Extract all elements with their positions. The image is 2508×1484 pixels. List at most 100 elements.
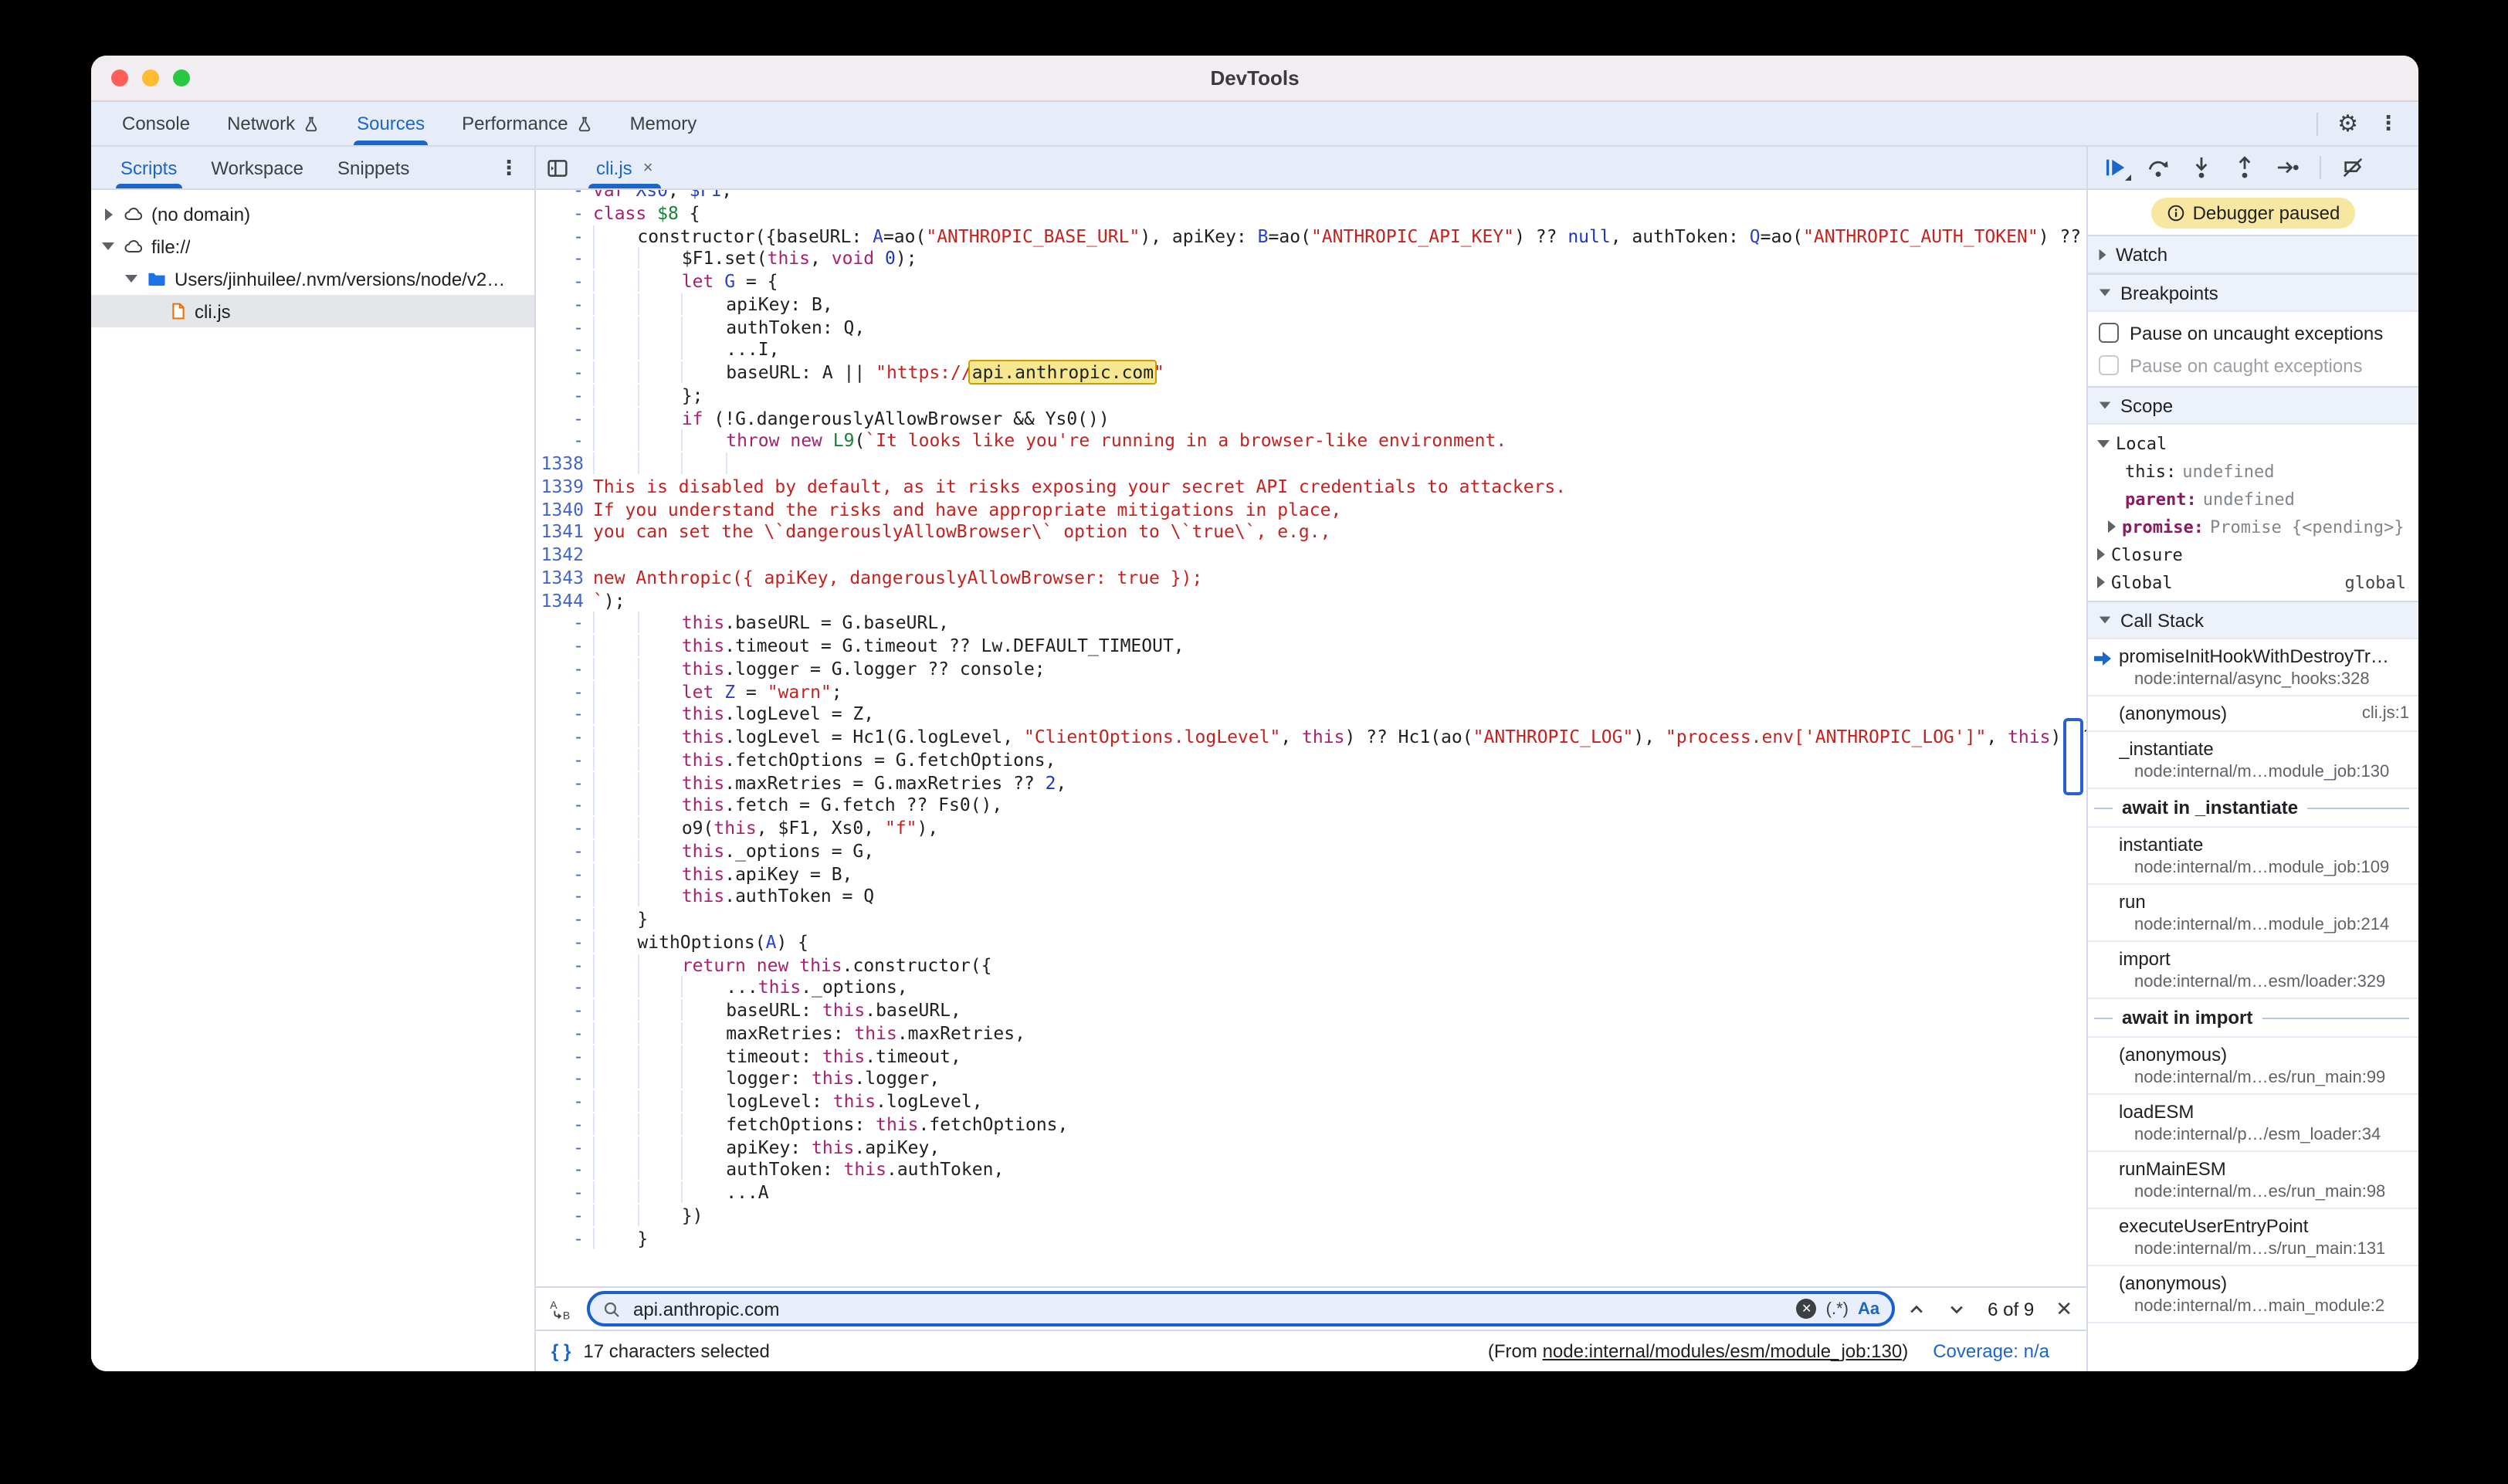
replace-toggle-icon[interactable]: AB <box>550 1298 574 1320</box>
line-gutter[interactable]: - <box>536 293 593 317</box>
line-gutter[interactable]: - <box>536 1159 593 1182</box>
editor-scrollbar-thumb[interactable] <box>2063 718 2083 795</box>
line-gutter[interactable]: - <box>536 225 593 248</box>
line-gutter[interactable]: - <box>536 612 593 635</box>
search-field[interactable]: ✕ (.*) Aa <box>587 1291 1895 1326</box>
line-gutter[interactable]: - <box>536 886 593 909</box>
scope-group-global[interactable]: Globalglobal <box>2088 568 2418 596</box>
code-line[interactable]: - constructor({baseURL: A=ao("ANTHROPIC_… <box>536 225 2086 248</box>
line-gutter[interactable]: 1341 <box>536 521 593 544</box>
code-line[interactable]: - logger: this.logger, <box>536 1068 2086 1091</box>
stack-frame[interactable]: executeUserEntryPointnode:internal/m…s/r… <box>2088 1209 2418 1266</box>
stack-frame[interactable]: promiseInitHookWithDestroyTr…node:intern… <box>2088 639 2418 696</box>
code-line[interactable]: - authToken: Q, <box>536 316 2086 339</box>
line-gutter[interactable]: - <box>536 190 593 202</box>
code-line[interactable]: 1338 <box>536 452 2086 476</box>
search-input[interactable] <box>630 1296 1788 1321</box>
code-line[interactable]: 1341you can set the \`dangerouslyAllowBr… <box>536 521 2086 544</box>
line-gutter[interactable]: - <box>536 1090 593 1113</box>
line-gutter[interactable]: - <box>536 270 593 293</box>
line-gutter[interactable]: - <box>536 999 593 1022</box>
code-line[interactable]: 1344`); <box>536 589 2086 612</box>
tab-network[interactable]: Network <box>208 102 338 145</box>
line-gutter[interactable]: - <box>536 361 593 385</box>
line-gutter[interactable]: - <box>536 795 593 818</box>
line-gutter[interactable]: - <box>536 407 593 430</box>
scope-group-local[interactable]: Local <box>2088 429 2418 457</box>
code-line[interactable]: - fetchOptions: this.fetchOptions, <box>536 1113 2086 1137</box>
code-line[interactable]: - timeout: this.timeout, <box>536 1045 2086 1068</box>
code-line[interactable]: - this.maxRetries = G.maxRetries ?? 2, <box>536 771 2086 795</box>
step-out-icon[interactable] <box>2233 156 2256 179</box>
line-gutter[interactable]: - <box>536 703 593 727</box>
code-line[interactable]: - maxRetries: this.maxRetries, <box>536 1022 2086 1045</box>
code-line[interactable]: - authToken: this.authToken, <box>536 1159 2086 1182</box>
chevron-down-icon[interactable] <box>124 275 139 283</box>
previous-match-icon[interactable] <box>1907 1299 1926 1318</box>
breakpoint-option[interactable]: Pause on caught exceptions <box>2088 349 2418 381</box>
line-gutter[interactable]: - <box>536 771 593 795</box>
code-line[interactable]: - this.logLevel = Z, <box>536 703 2086 727</box>
code-line[interactable]: - let Z = "warn"; <box>536 680 2086 703</box>
stack-frame[interactable]: loadESMnode:internal/p…/esm_loader:34 <box>2088 1095 2418 1152</box>
breakpoint-option[interactable]: Pause on uncaught exceptions <box>2088 317 2418 349</box>
code-line[interactable]: 1340If you understand the risks and have… <box>536 498 2086 521</box>
code-line[interactable]: - $F1.set(this, void 0); <box>536 248 2086 271</box>
code-line[interactable]: - this.logger = G.logger ?? console; <box>536 658 2086 681</box>
pretty-print-icon[interactable]: { } <box>551 1340 571 1362</box>
code-line[interactable]: - } <box>536 1227 2086 1250</box>
code-line[interactable]: - } <box>536 908 2086 931</box>
code-line[interactable]: - this._options = G, <box>536 840 2086 863</box>
line-gutter[interactable]: - <box>536 202 593 225</box>
minimize-window-button[interactable] <box>142 69 159 86</box>
close-tab-icon[interactable]: × <box>643 158 653 177</box>
deactivate-breakpoints-icon[interactable] <box>2341 156 2364 179</box>
line-gutter[interactable]: - <box>536 1136 593 1159</box>
step-into-icon[interactable] <box>2190 156 2213 179</box>
line-gutter[interactable]: - <box>536 430 593 453</box>
stack-frame[interactable]: importnode:internal/m…esm/loader:329 <box>2088 942 2418 999</box>
line-gutter[interactable]: 1338 <box>536 452 593 476</box>
close-search-icon[interactable]: ✕ <box>2056 1296 2072 1321</box>
tab-console[interactable]: Console <box>103 102 208 145</box>
line-gutter[interactable]: 1344 <box>536 589 593 612</box>
checkbox-unchecked[interactable] <box>2099 355 2119 375</box>
zoom-window-button[interactable] <box>173 69 190 86</box>
code-line[interactable]: - this.fetch = G.fetch ?? Fs0(), <box>536 795 2086 818</box>
stack-frame[interactable]: (anonymous)cli.js:1 <box>2088 696 2418 732</box>
checkbox-unchecked[interactable] <box>2099 323 2119 343</box>
navigator-toggle-icon[interactable] <box>547 157 568 178</box>
code-line[interactable]: - apiKey: B, <box>536 293 2086 317</box>
line-gutter[interactable]: - <box>536 954 593 977</box>
section-scope[interactable]: Scope <box>2088 386 2418 425</box>
line-gutter[interactable]: - <box>536 385 593 408</box>
navigator-tab-scripts[interactable]: Scripts <box>103 147 194 188</box>
line-gutter[interactable]: 1340 <box>536 498 593 521</box>
code-line[interactable]: - this.apiKey = B, <box>536 862 2086 886</box>
line-gutter[interactable]: - <box>536 1204 593 1228</box>
code-line[interactable]: - baseURL: A || "https://api.anthropic.c… <box>536 361 2086 385</box>
code-line[interactable]: - this.timeout = G.timeout ?? Lw.DEFAULT… <box>536 635 2086 658</box>
navigator-tab-workspace[interactable]: Workspace <box>194 147 320 188</box>
settings-gear-icon[interactable]: ⚙ <box>2337 110 2358 137</box>
code-line[interactable]: - throw new L9(`It looks like you're run… <box>536 430 2086 453</box>
section-call-stack[interactable]: Call Stack <box>2088 601 2418 639</box>
close-window-button[interactable] <box>111 69 128 86</box>
code-line[interactable]: - ...this._options, <box>536 977 2086 1000</box>
stack-frame[interactable]: runMainESMnode:internal/m…es/run_main:98 <box>2088 1152 2418 1209</box>
coverage-link[interactable]: Coverage: n/a <box>1933 1340 2049 1362</box>
stack-frame[interactable]: runnode:internal/m…module_job:214 <box>2088 885 2418 942</box>
section-watch[interactable]: Watch <box>2088 235 2418 273</box>
code-line[interactable]: - o9(this, $F1, Xs0, "f"), <box>536 817 2086 840</box>
stack-frame[interactable]: (anonymous)node:internal/m…es/run_main:9… <box>2088 1038 2418 1095</box>
line-gutter[interactable]: - <box>536 1113 593 1137</box>
line-gutter[interactable]: - <box>536 316 593 339</box>
stack-frame[interactable]: _instantiatenode:internal/m…module_job:1… <box>2088 732 2418 789</box>
resume-script-icon[interactable] <box>2103 156 2127 179</box>
code-line[interactable]: - logLevel: this.logLevel, <box>536 1090 2086 1113</box>
code-line[interactable]: - apiKey: this.apiKey, <box>536 1136 2086 1159</box>
tree-item-users-jinhuilee-nvm-versions-node-v2-[interactable]: Users/jinhuilee/.nvm/versions/node/v2… <box>91 263 534 295</box>
editor-tab-clijs[interactable]: cli.js × <box>582 147 667 188</box>
code-line[interactable]: 1343new Anthropic({ apiKey, dangerouslyA… <box>536 567 2086 590</box>
line-gutter[interactable]: - <box>536 1022 593 1045</box>
